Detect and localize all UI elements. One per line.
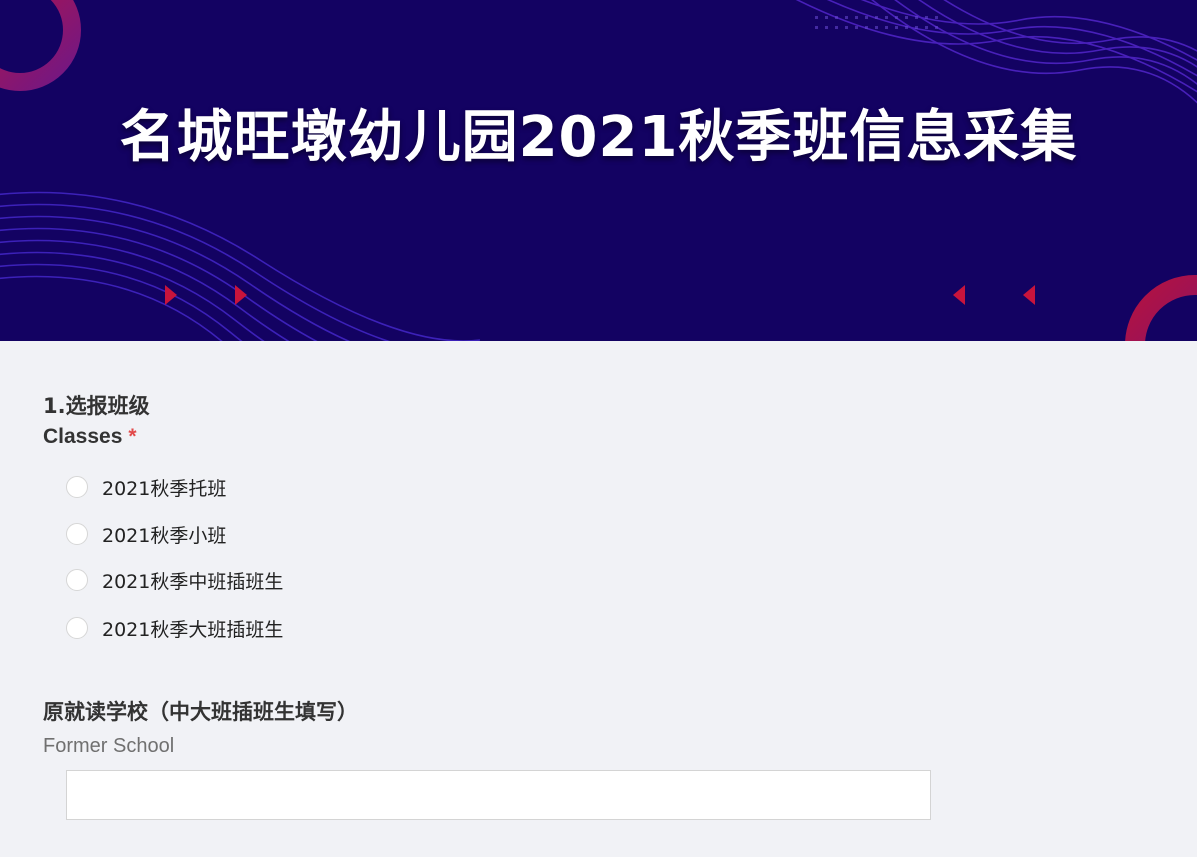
form-body: 1.选报班级 Classes * 2021秋季托班 2021秋季小班 2021秋季… (0, 341, 1197, 857)
question-classes-title: 1.选报班级 (43, 394, 150, 418)
question-classes-subtitle-text: Classes (43, 425, 123, 448)
former-school-input[interactable] (66, 770, 931, 820)
question-classes-subtitle: Classes * (43, 425, 137, 449)
radio-button[interactable] (66, 476, 88, 498)
page-title: 名城旺墩幼儿园2021秋季班信息采集 (119, 105, 1078, 170)
question-former-school-title: 原就读学校（中大班插班生填写） (43, 700, 358, 724)
question-former-school-subtitle: Former School (43, 735, 175, 757)
radio-button[interactable] (66, 569, 88, 591)
radio-option-label: 2021秋季大班插班生 (102, 618, 284, 641)
required-mark: * (128, 425, 137, 448)
radio-option-small[interactable]: 2021秋季小班 (66, 521, 226, 547)
header-banner: 名城旺墩幼儿园2021秋季班信息采集 (0, 0, 1197, 341)
radio-button[interactable] (66, 617, 88, 639)
radio-option-label: 2021秋季托班 (102, 477, 227, 500)
radio-option-toddler[interactable]: 2021秋季托班 (66, 474, 226, 500)
radio-option-label: 2021秋季中班插班生 (102, 570, 284, 593)
radio-button[interactable] (66, 523, 88, 545)
radio-option-middle-transfer[interactable]: 2021秋季中班插班生 (66, 567, 283, 593)
radio-option-large-transfer[interactable]: 2021秋季大班插班生 (66, 615, 283, 641)
radio-option-label: 2021秋季小班 (102, 524, 227, 547)
